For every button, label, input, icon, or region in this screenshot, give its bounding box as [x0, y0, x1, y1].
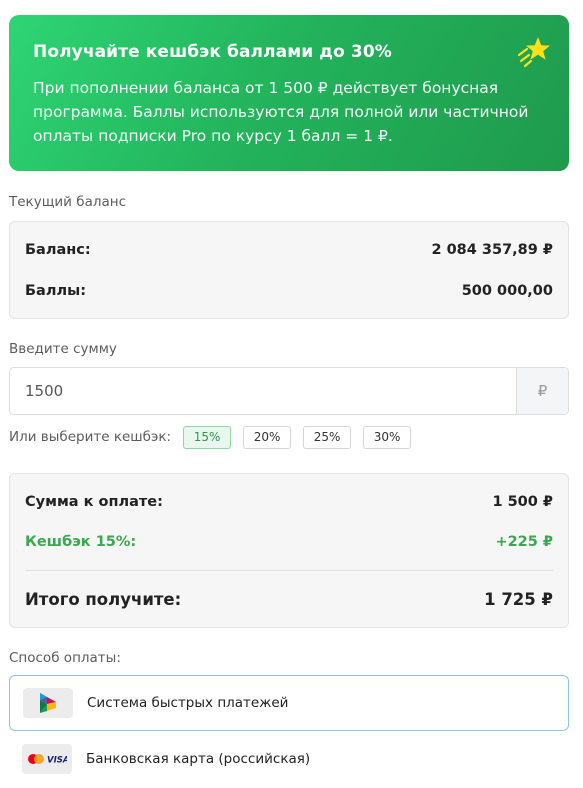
promo-text: При пополнении баланса от 1 500 ₽ действ… — [33, 79, 529, 145]
cashback-value: +225 ₽ — [495, 534, 553, 550]
summary-card: Сумма к оплате: 1 500 ₽ Кешбэк 15%: +225… — [9, 473, 569, 628]
payment-option-sbp[interactable]: Система быстрых платежей — [9, 675, 569, 731]
points-row: Баллы: 500 000,00 — [25, 283, 553, 299]
cashback-chip-25[interactable]: 25% — [303, 425, 352, 449]
cashback-row: Кешбэк 15%: +225 ₽ — [25, 534, 553, 550]
total-label: Итого получите: — [25, 590, 182, 609]
balance-label: Баланс: — [25, 242, 91, 258]
payment-option-card[interactable]: VISA Банковская карта (российская) — [9, 731, 569, 787]
cashback-options: Или выберите кешбэк: 15% 20% 25% 30% — [9, 425, 423, 449]
sbp-icon — [23, 688, 73, 718]
cashback-promo-banner: Получайте кешбэк баллами до 30% При попо… — [9, 15, 569, 171]
balance-value: 2 084 357,89 ₽ — [431, 242, 553, 258]
card-brands-icon: VISA — [22, 744, 72, 774]
total-row: Итого получите: 1 725 ₽ — [25, 590, 553, 609]
payment-section-label: Способ оплаты: — [9, 650, 121, 666]
balance-section-label: Текущий баланс — [9, 194, 126, 210]
amount-field: ₽ — [9, 367, 569, 415]
promo-title: Получайте кешбэк баллами до 30% — [33, 42, 392, 62]
amount-section-label: Введите сумму — [9, 341, 117, 357]
cashback-options-label: Или выберите кешбэк: — [9, 429, 172, 445]
points-label: Баллы: — [25, 283, 86, 299]
balance-card: Баланс: 2 084 357,89 ₽ Баллы: 500 000,00 — [9, 221, 569, 319]
total-value: 1 725 ₽ — [484, 590, 553, 609]
cashback-chip-15[interactable]: 15% — [183, 425, 232, 449]
summary-divider — [25, 570, 553, 571]
cashback-chip-30[interactable]: 30% — [363, 425, 412, 449]
payment-option-label: Система быстрых платежей — [87, 695, 289, 711]
pay-amount-row: Сумма к оплате: 1 500 ₽ — [25, 494, 553, 510]
currency-suffix: ₽ — [516, 368, 568, 414]
amount-input[interactable] — [10, 368, 516, 414]
pay-amount-value: 1 500 ₽ — [492, 494, 553, 510]
visa-wordmark: VISA — [47, 756, 67, 766]
cashback-label: Кешбэк 15%: — [25, 534, 137, 550]
points-value: 500 000,00 — [461, 283, 553, 299]
cashback-chip-20[interactable]: 20% — [243, 425, 292, 449]
payment-option-label: Банковская карта (российская) — [86, 751, 311, 767]
balance-row: Баланс: 2 084 357,89 ₽ — [25, 242, 553, 258]
pay-amount-label: Сумма к оплате: — [25, 494, 163, 510]
star-icon — [517, 37, 550, 68]
